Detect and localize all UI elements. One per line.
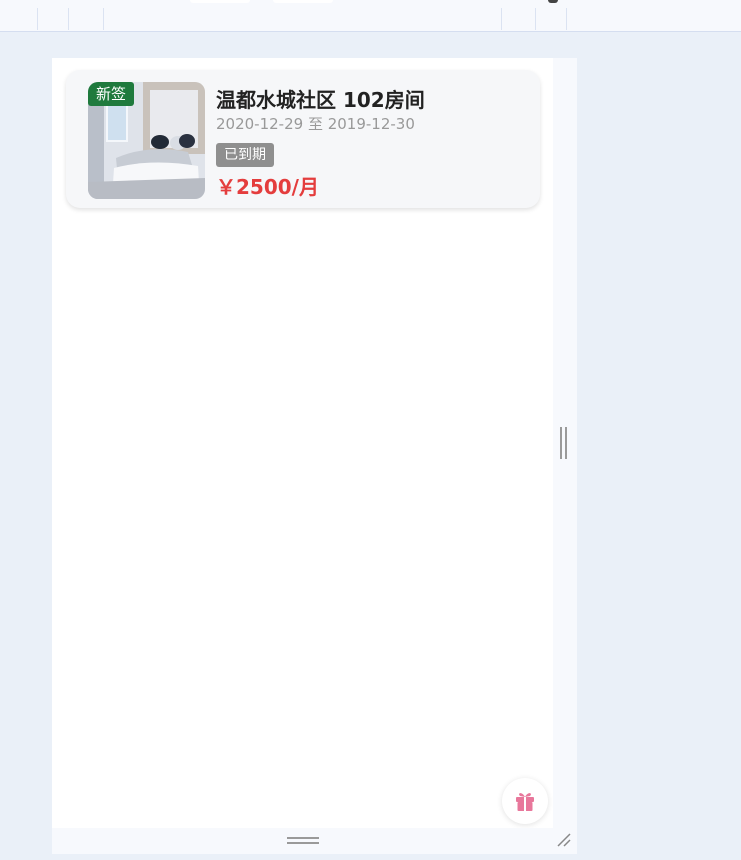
toolbar-divider xyxy=(68,8,69,30)
new-contract-badge: 新签 xyxy=(88,82,135,106)
gift-button[interactable] xyxy=(502,778,548,824)
gift-icon xyxy=(516,793,534,811)
resize-corner-icon[interactable] xyxy=(556,832,572,848)
toolbar-tab[interactable] xyxy=(190,0,250,3)
toolbar-divider xyxy=(566,8,567,30)
device-preview-panel: 新签 温都水城社区 102房间 2020-12-29 至 2019-12-30 … xyxy=(52,58,577,854)
toolbar-divider xyxy=(535,8,536,30)
contract-card[interactable]: 新签 温都水城社区 102房间 2020-12-29 至 2019-12-30 … xyxy=(66,70,540,208)
room-thumbnail: 新签 xyxy=(88,82,205,199)
toolbar-divider xyxy=(103,8,104,30)
toolbar-divider xyxy=(37,8,38,30)
status-badge: 已到期 xyxy=(216,143,274,167)
rent-price: ￥2500/月 xyxy=(216,175,319,199)
side-resize-handle[interactable] xyxy=(560,427,568,459)
lease-date-range: 2020-12-29 至 2019-12-30 xyxy=(216,115,415,133)
toolbar-divider xyxy=(501,8,502,30)
toolbar-indicator xyxy=(548,0,558,3)
top-toolbar xyxy=(0,0,741,32)
toolbar-tab[interactable] xyxy=(273,0,333,3)
bottom-resize-handle[interactable] xyxy=(287,837,319,845)
phone-screen: 新签 温都水城社区 102房间 2020-12-29 至 2019-12-30 … xyxy=(52,58,553,828)
room-title: 温都水城社区 102房间 xyxy=(216,88,425,112)
